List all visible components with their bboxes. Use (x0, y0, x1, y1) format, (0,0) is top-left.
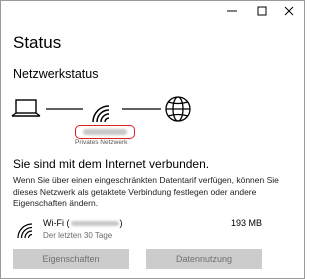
close-icon (284, 6, 294, 16)
usage-period: Der letzten 30 Tage (43, 231, 113, 240)
network-name-highlight (75, 125, 135, 139)
close-button[interactable] (274, 1, 304, 21)
connection-row[interactable]: Wi-Fi ( ) Der letzten 30 Tage 193 MB (13, 217, 298, 245)
maximize-button[interactable] (247, 1, 277, 21)
connection-name-suffix: ) (119, 218, 123, 228)
network-type-label: Privates Netzwerk (75, 139, 128, 146)
connection-name-prefix: Wi-Fi ( (43, 218, 70, 228)
minimize-button[interactable] (217, 1, 247, 21)
data-usage-amount: 193 MB (230, 218, 262, 228)
globe-icon (165, 96, 191, 122)
connection-name: Wi-Fi ( ) (43, 218, 123, 228)
wifi-signal-icon (17, 223, 33, 239)
minimize-icon (227, 10, 237, 12)
connection-status: Sie sind mit dem Internet verbunden. (13, 157, 210, 171)
title-bar (1, 1, 304, 21)
page-title: Status (13, 33, 62, 52)
properties-button[interactable]: Eigenschaften (13, 249, 129, 269)
metered-description: Wenn Sie über einen eingeschränkten Date… (13, 175, 279, 208)
status-window: Status Netzwerkstatus Privates Netzwerk … (0, 0, 305, 279)
section-title: Netzwerkstatus (13, 67, 99, 81)
data-usage-button[interactable]: Datennutzung (146, 249, 262, 269)
maximize-icon (257, 6, 267, 16)
network-diagram (11, 96, 191, 123)
network-name-redacted (83, 129, 127, 135)
connection-ssid-redacted (70, 220, 119, 226)
wifi-icon (92, 105, 110, 123)
laptop-icon (11, 99, 41, 117)
